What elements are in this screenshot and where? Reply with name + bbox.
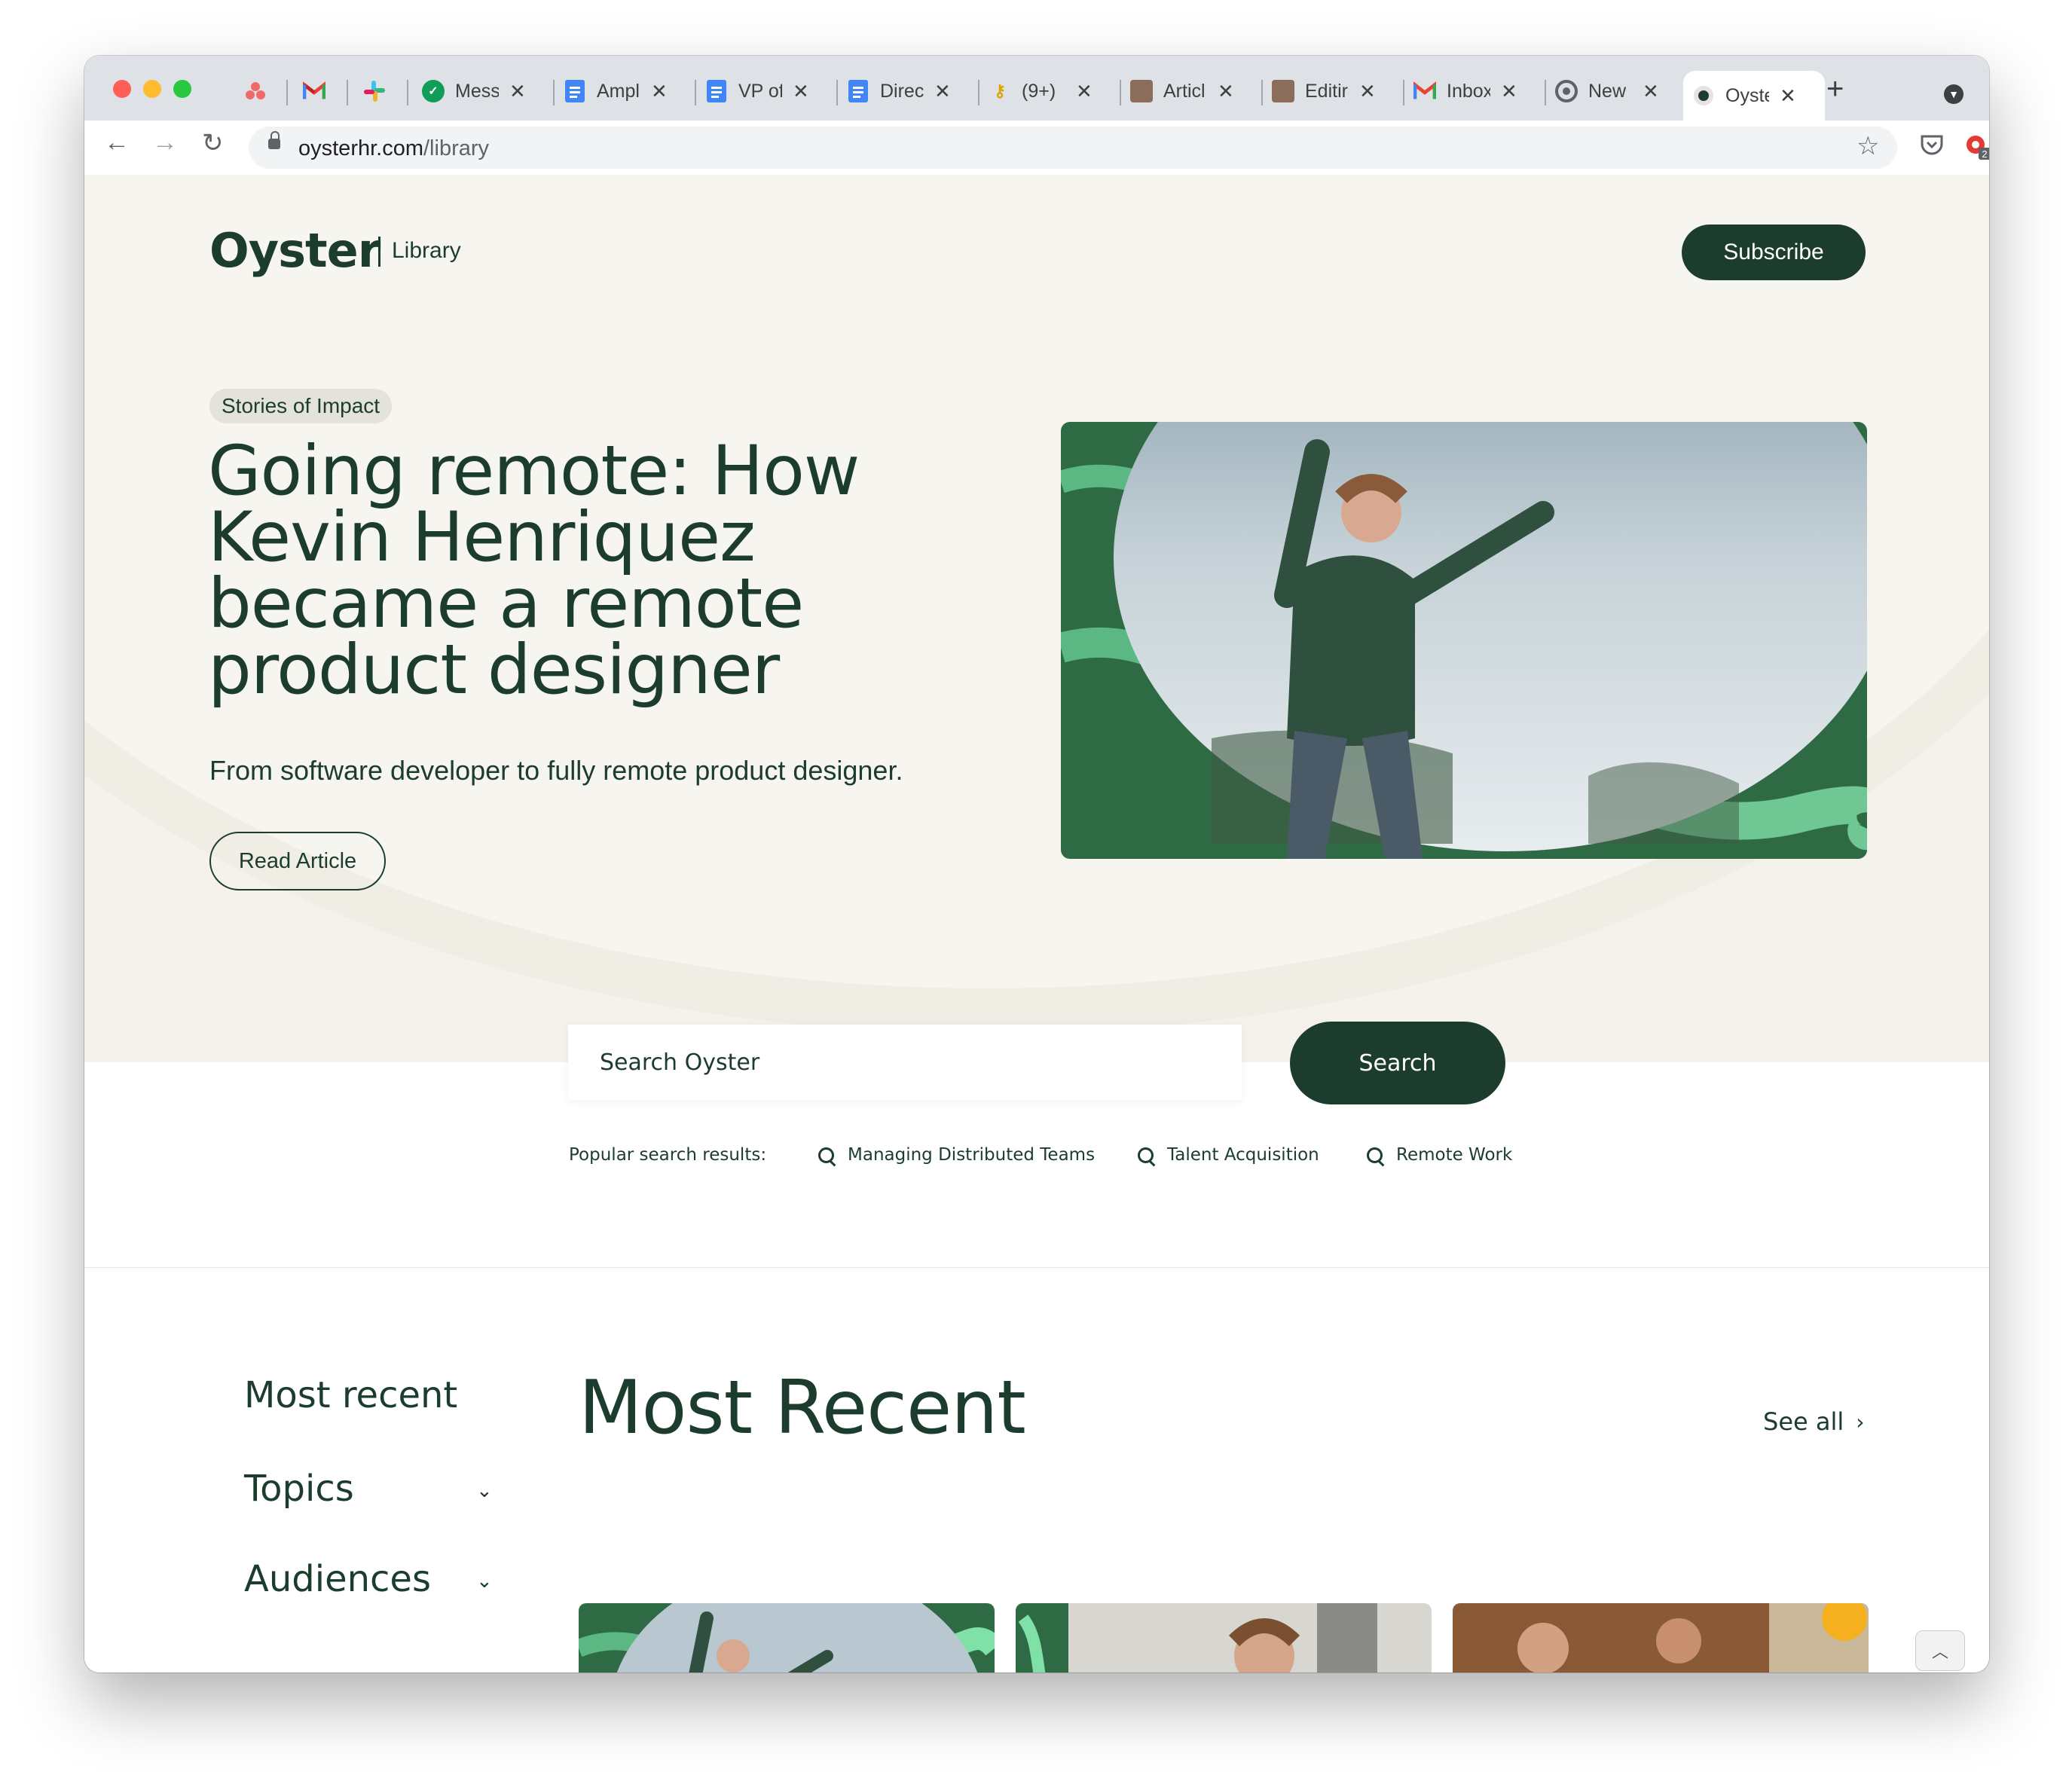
tab-key[interactable]: ⚷ (9+) ✕: [979, 71, 1115, 112]
popular-search-label: Popular search results:: [569, 1145, 767, 1165]
tab-slack[interactable]: [363, 71, 386, 112]
oyster-icon: [1692, 84, 1715, 107]
close-tab-icon[interactable]: ✕: [793, 80, 809, 103]
bookmark-star-icon[interactable]: ☆: [1857, 131, 1879, 161]
chrome-icon: [1555, 80, 1578, 102]
chevron-down-icon[interactable]: ⌄: [476, 1480, 493, 1502]
sidebar-item-topics[interactable]: Topics: [244, 1468, 354, 1510]
oyster-logo[interactable]: Oyster: [209, 223, 380, 278]
tab-separator: [407, 80, 408, 105]
minimize-window-button[interactable]: [143, 80, 161, 98]
back-button[interactable]: ←: [104, 128, 130, 157]
close-tab-icon[interactable]: ✕: [509, 80, 526, 103]
hero-image[interactable]: [1061, 422, 1867, 859]
tab-docs-vp[interactable]: VP of ✕: [696, 71, 832, 112]
docs-icon: [564, 80, 586, 102]
lock-icon: [268, 131, 280, 149]
tab-inbox[interactable]: Inbox ✕: [1404, 71, 1540, 112]
logo-divider: [378, 237, 380, 267]
tab-docs-direc[interactable]: Direc ✕: [838, 71, 973, 112]
tab-separator: [347, 80, 348, 105]
tab-new[interactable]: New ✕: [1546, 71, 1682, 112]
hero-subtitle: From software developer to fully remote …: [209, 755, 903, 786]
close-tab-icon[interactable]: ✕: [651, 80, 668, 103]
maximize-window-button[interactable]: [173, 80, 191, 98]
page-content: Oyster Library Subscribe Stories of Impa…: [84, 175, 1989, 1672]
reload-button[interactable]: ↻: [202, 128, 224, 158]
tab-docs-ampl[interactable]: Ampl ✕: [555, 71, 690, 112]
tab-editing[interactable]: Editir ✕: [1263, 71, 1398, 112]
search-button[interactable]: Search: [1290, 1022, 1505, 1104]
tab-oyster[interactable]: Oyste ✕: [1683, 71, 1825, 121]
read-article-button[interactable]: Read Article: [209, 832, 386, 890]
close-tab-icon[interactable]: ✕: [1780, 84, 1796, 108]
gmail-icon: [1413, 80, 1436, 102]
scroll-to-top-button[interactable]: ︿: [1915, 1630, 1965, 1671]
close-tab-icon[interactable]: ✕: [1359, 80, 1376, 103]
key-icon: ⚷: [993, 81, 1007, 100]
avatar-icon: [1272, 80, 1294, 102]
subscribe-button[interactable]: Subscribe: [1682, 225, 1866, 280]
browser-window: ✓ Mess ✕ Ampl ✕ VP of ✕ Direc ✕ ⚷ (9+) ✕: [84, 56, 1989, 1672]
article-card-image[interactable]: [1453, 1603, 1869, 1672]
gmail-icon: [303, 80, 325, 102]
tab-article[interactable]: Articl ✕: [1121, 71, 1257, 112]
forward-button[interactable]: →: [152, 128, 178, 157]
pocket-icon[interactable]: [1920, 134, 1944, 163]
article-card-image[interactable]: [1016, 1603, 1432, 1672]
browser-toolbar: ← → ↻ oysterhr.com/library ☆ 2: [84, 121, 1989, 176]
chevron-down-icon[interactable]: ⌄: [476, 1570, 493, 1593]
tab-separator: [286, 80, 288, 105]
tab-search-button[interactable]: ▼: [1944, 84, 1964, 104]
popular-search-link[interactable]: Remote Work: [1367, 1145, 1512, 1165]
close-tab-icon[interactable]: ✕: [1643, 80, 1659, 103]
extension-icon[interactable]: 2: [1965, 134, 1989, 166]
hero-section: Oyster Library Subscribe Stories of Impa…: [84, 175, 1989, 1062]
tab-asana[interactable]: [244, 71, 267, 112]
close-window-button[interactable]: [113, 80, 131, 98]
docs-icon: [847, 80, 869, 102]
svg-text:2: 2: [1982, 148, 1987, 160]
avatar-icon: [1130, 80, 1153, 102]
section-title: Most Recent: [579, 1365, 1026, 1451]
messenger-icon: ✓: [422, 80, 445, 102]
close-tab-icon[interactable]: ✕: [934, 80, 951, 103]
tab-gmail[interactable]: [303, 71, 325, 112]
library-label[interactable]: Library: [392, 238, 461, 264]
tab-messenger[interactable]: ✓ Mess ✕: [413, 71, 549, 112]
chevron-right-icon: ›: [1856, 1409, 1865, 1434]
article-card-image[interactable]: [579, 1603, 995, 1672]
popular-search-link[interactable]: Managing Distributed Teams: [818, 1145, 1095, 1165]
close-tab-icon[interactable]: ✕: [1076, 80, 1093, 103]
docs-icon: [705, 80, 728, 102]
search-icon: [1138, 1147, 1154, 1163]
search-icon: [1367, 1147, 1383, 1163]
section-divider: [84, 1267, 1989, 1268]
search-icon: [818, 1147, 834, 1163]
close-tab-icon[interactable]: ✕: [1218, 80, 1234, 103]
tab-strip: ✓ Mess ✕ Ampl ✕ VP of ✕ Direc ✕ ⚷ (9+) ✕: [84, 56, 1989, 121]
new-tab-button[interactable]: +: [1826, 72, 1844, 106]
sidebar-item-audiences[interactable]: Audiences: [244, 1558, 431, 1600]
category-tag[interactable]: Stories of Impact: [209, 389, 393, 423]
address-bar[interactable]: oysterhr.com/library ☆: [249, 127, 1897, 169]
see-all-link[interactable]: See all ›: [1763, 1407, 1864, 1436]
asana-icon: [244, 80, 267, 102]
popular-search-link[interactable]: Talent Acquisition: [1138, 1145, 1319, 1165]
close-tab-icon[interactable]: ✕: [1501, 80, 1517, 103]
sidebar-item-most-recent[interactable]: Most recent: [244, 1374, 457, 1416]
hero-title[interactable]: Going remote: How Kevin Henriquez became…: [208, 437, 924, 704]
url-text: oysterhr.com/library: [298, 136, 490, 160]
slack-icon: [363, 80, 386, 102]
search-input[interactable]: [568, 1025, 1242, 1100]
